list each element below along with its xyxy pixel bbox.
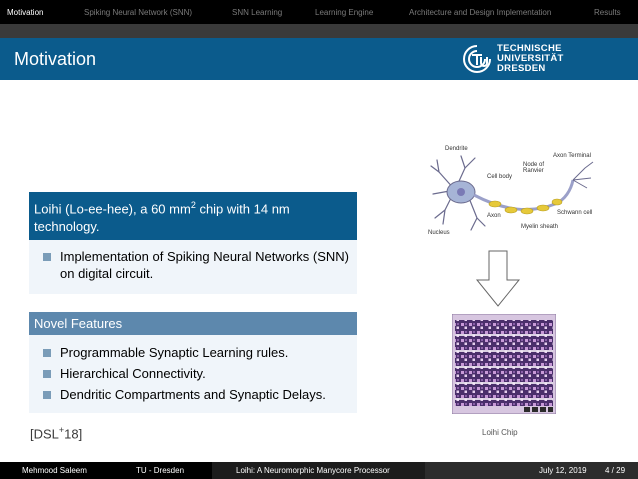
chip-die-icon — [451, 313, 557, 415]
novel-features-block: Novel Features Programmable Synaptic Lea… — [29, 312, 357, 413]
label-nucleus: Nucleus — [428, 230, 450, 236]
square-bullet-icon — [43, 253, 51, 262]
footer-bar: Mehmood Saleem TU - Dresden Loihi: A Neu… — [0, 462, 638, 479]
citation-prefix: [DSL — [30, 426, 59, 442]
footer-institute: TU - Dresden — [136, 466, 185, 475]
citation: [DSL+18] — [30, 425, 82, 441]
footer-date: July 12, 2019 — [539, 466, 587, 475]
subsection-bar — [0, 24, 638, 38]
footer-page-number: 4 / 29 — [605, 466, 626, 475]
label-myelin-sheath: Myelin sheath — [521, 224, 559, 230]
loihi-chip-image — [451, 313, 557, 415]
list-item-text: Dendritic Compartments and Synaptic Dela… — [60, 387, 326, 402]
label-schwann-cell: Schwann cell — [557, 210, 593, 216]
tu-dresden-logo-icon — [463, 45, 491, 73]
list-item: Implementation of Spiking Neural Network… — [43, 248, 349, 282]
list-item: Dendritic Compartments and Synaptic Dela… — [43, 386, 349, 403]
label-axon-terminal: Axon Terminal — [553, 153, 591, 159]
frame-title: Motivation — [14, 49, 97, 69]
neuron-diagram: Dendrite Axon Terminal Node of Ranvier C… — [425, 140, 605, 244]
label-node-of-ranvier-2: Ranvier — [523, 168, 544, 174]
nav-item-snn-learning[interactable]: SNN Learning — [232, 8, 282, 17]
list-item: Programmable Synaptic Learning rules. — [43, 344, 349, 361]
nav-item-learning-engine[interactable]: Learning Engine — [315, 8, 373, 17]
loihi-block-heading: Loihi (Lo-ee-hee), a 60 mm2 chip with 14… — [29, 192, 357, 241]
list-item-text: Implementation of Spiking Neural Network… — [60, 249, 349, 282]
square-bullet-icon — [43, 349, 51, 357]
down-arrow-icon — [475, 250, 521, 307]
loihi-heading-text: Loihi (Lo-ee-hee), a 60 mm — [34, 201, 191, 217]
loihi-block-body: Implementation of Spiking Neural Network… — [29, 240, 357, 295]
label-axon: Axon — [487, 213, 501, 219]
list-item: Hierarchical Connectivity. — [43, 365, 349, 382]
citation-suffix: 18] — [64, 426, 83, 442]
tu-dresden-logo: TECHNISCHE UNIVERSITÄT DRESDEN — [461, 43, 573, 75]
label-dendrite: Dendrite — [445, 146, 468, 152]
loihi-block: Loihi (Lo-ee-hee), a 60 mm2 chip with 14… — [29, 192, 357, 295]
logo-text-line3: DRESDEN — [497, 63, 546, 74]
label-cell-body: Cell body — [487, 174, 513, 180]
square-bullet-icon — [43, 370, 51, 378]
list-item-text: Hierarchical Connectivity. — [60, 366, 206, 381]
nav-item-results[interactable]: Results — [594, 8, 621, 17]
footer-author: Mehmood Saleem — [22, 466, 87, 475]
section-navigation-bar: Motivation Spiking Neural Network (SNN) … — [0, 0, 638, 24]
novel-features-heading: Novel Features — [29, 312, 357, 335]
footer-title: Loihi: A Neuromorphic Manycore Processor — [236, 466, 390, 475]
nav-item-motivation[interactable]: Motivation — [7, 8, 43, 17]
nav-item-architecture[interactable]: Architecture and Design Implementation — [409, 8, 551, 17]
novel-features-body: Programmable Synaptic Learning rules. Hi… — [29, 335, 357, 413]
list-item-text: Programmable Synaptic Learning rules. — [60, 345, 289, 360]
nav-item-snn[interactable]: Spiking Neural Network (SNN) — [84, 8, 192, 17]
square-bullet-icon — [43, 391, 51, 399]
chip-caption: Loihi Chip — [482, 428, 518, 437]
